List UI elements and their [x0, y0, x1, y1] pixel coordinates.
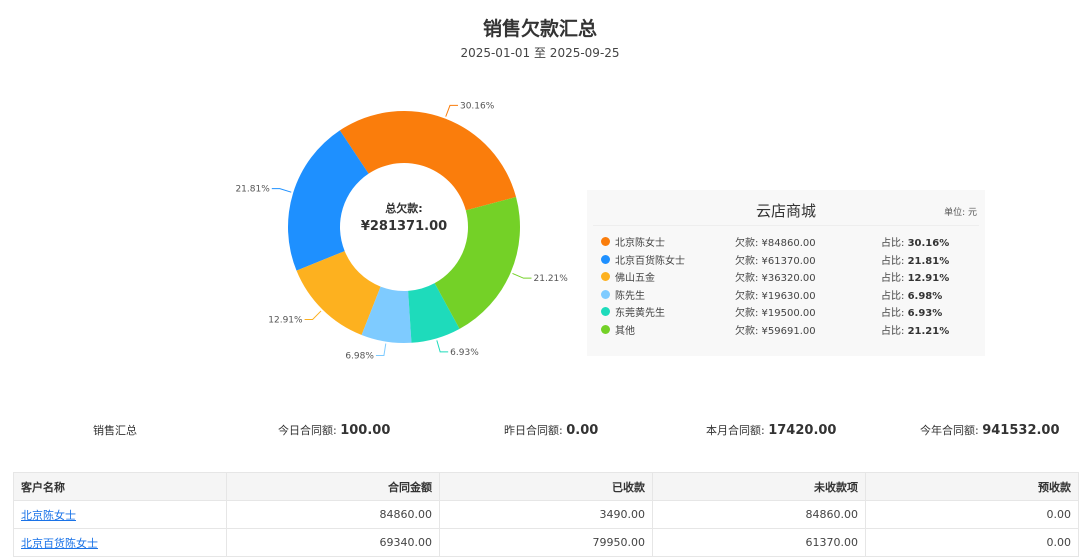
year-label: 今年合同额:	[920, 424, 979, 437]
legend-item: 陈先生 欠款: ¥19630.00 占比: 6.98%	[601, 286, 981, 303]
cell-customer: 北京百货陈女士	[13, 528, 227, 557]
legend-dot-icon	[601, 324, 610, 334]
legend-amount: 欠款: ¥36320.00	[735, 273, 816, 284]
page-title: 销售欠款汇总	[482, 18, 597, 40]
legend-dot-icon	[601, 272, 610, 281]
legend-percent: 占比: 21.21%	[881, 322, 949, 337]
legend-amount: 欠款: ¥59691.00	[735, 325, 816, 337]
table-cell: 0.00	[865, 528, 1079, 557]
percent-data-label: 6.98%	[345, 351, 374, 361]
legend-name: 北京百货陈女士	[615, 255, 685, 267]
percent-value: 6.98%	[907, 290, 943, 302]
leader-line	[304, 310, 322, 320]
legend-item: 其他 欠款: ¥59691.00 占比: 21.21%	[601, 321, 981, 338]
summary-label: 销售汇总	[93, 424, 137, 437]
col-received: 已收款	[439, 472, 653, 501]
percent-data-label: 6.93%	[450, 348, 479, 358]
leader-line	[436, 340, 449, 353]
total-label: 总欠款:	[385, 202, 423, 215]
legend-percent: 占比: 12.91%	[881, 269, 949, 284]
col-unreceived: 未收款项	[652, 472, 866, 501]
legend-amount: 欠款: ¥61370.00	[735, 255, 816, 267]
percent-data-label: 30.16%	[460, 101, 495, 111]
total-value: ¥281371.00	[360, 219, 448, 234]
date-range: 2025-01-01 至 2025-09-25	[460, 46, 620, 60]
legend-item: 东莞黄先生 欠款: ¥19500.00 占比: 6.93%	[601, 303, 981, 320]
legend-name: 其他	[615, 325, 635, 337]
legend-name: 佛山五金	[615, 273, 655, 284]
leader-line	[445, 104, 458, 117]
percent-value: 21.81%	[907, 255, 950, 267]
unit-label: 单位: 元	[944, 208, 977, 218]
legend-percent: 占比: 21.81%	[881, 252, 949, 267]
legend-amount: 欠款: ¥19500.00	[735, 308, 816, 319]
percent-data-label: 21.81%	[235, 185, 270, 195]
year-contract: 今年合同额: 941532.00	[920, 422, 1060, 438]
legend-dot-icon	[601, 254, 610, 264]
percent-value: 21.21%	[907, 325, 950, 337]
legend-dot-icon	[601, 237, 610, 246]
customer-table: 客户名称 合同金额 已收款 未收款项 预收款 北京陈女士 84860.00 3490…	[13, 472, 1079, 557]
table-cell: 0.00	[865, 500, 1079, 529]
yesterday-label: 昨日合同额:	[504, 424, 563, 437]
percent-data-label: 12.91%	[268, 315, 303, 325]
percent-label: 占比:	[881, 255, 908, 267]
legend-percent: 占比: 30.16%	[881, 234, 949, 249]
legend-name: 东莞黄先生	[615, 308, 665, 319]
legend-dot-icon	[601, 307, 610, 316]
customer-link[interactable]: 北京百货陈女士	[21, 537, 98, 550]
panel-title: 云店商城	[755, 202, 816, 220]
customer-link[interactable]: 北京陈女士	[21, 509, 76, 522]
leader-line	[271, 188, 292, 193]
percent-label: 占比:	[881, 273, 908, 284]
month-label: 本月合同额:	[706, 424, 765, 437]
percent-value: 12.91%	[907, 273, 950, 284]
percent-data-label: 21.21%	[534, 274, 569, 284]
table-cell: 69340.00	[226, 528, 440, 557]
today-label: 今日合同额:	[278, 424, 337, 437]
yesterday-contract: 昨日合同额: 0.00	[504, 422, 598, 438]
year-value: 941532.00	[982, 423, 1060, 438]
table-cell: 61370.00	[652, 528, 866, 557]
legend-percent: 占比: 6.98%	[881, 287, 942, 302]
month-value: 17420.00	[768, 423, 837, 438]
percent-label: 占比:	[881, 325, 908, 337]
divider	[593, 225, 979, 226]
today-contract: 今日合同额: 100.00	[278, 422, 390, 438]
legend-amount: 欠款: ¥84860.00	[735, 238, 816, 249]
legend-amount: 欠款: ¥19630.00	[735, 290, 816, 302]
percent-label: 占比:	[881, 290, 908, 302]
percent-label: 占比:	[881, 238, 908, 249]
cell-customer: 北京陈女士	[13, 500, 227, 529]
legend-item: 佛山五金 欠款: ¥36320.00 占比: 12.91%	[601, 268, 981, 285]
col-contract: 合同金额	[226, 472, 440, 501]
table-row: 北京陈女士 84860.00 3490.00 84860.00 0.00	[13, 500, 1079, 529]
yesterday-value: 0.00	[566, 423, 599, 438]
legend-item: 北京百货陈女士 欠款: ¥61370.00 占比: 21.81%	[601, 251, 981, 268]
col-prepaid: 预收款	[865, 472, 1079, 501]
percent-label: 占比:	[881, 308, 908, 319]
table-cell: 79950.00	[439, 528, 653, 557]
table-cell: 84860.00	[226, 500, 440, 529]
table-row: 北京百货陈女士 69340.00 79950.00 61370.00 0.00	[13, 528, 1079, 557]
col-customer: 客户名称	[13, 472, 227, 501]
leader-line	[375, 343, 387, 356]
legend-panel: 云店商城 单位: 元 北京陈女士 欠款: ¥84860.00 占比: 30.16% 北…	[587, 190, 985, 356]
legend-dot-icon	[601, 289, 610, 299]
legend-item: 北京陈女士 欠款: ¥84860.00 占比: 30.16%	[601, 233, 981, 250]
legend-name: 陈先生	[615, 290, 645, 302]
legend-percent: 占比: 6.93%	[881, 304, 942, 319]
month-contract: 本月合同额: 17420.00	[706, 422, 836, 438]
legend-name: 北京陈女士	[615, 238, 665, 249]
slice-0[interactable]	[339, 111, 517, 211]
today-value: 100.00	[340, 423, 391, 438]
table-cell: 3490.00	[439, 500, 653, 529]
table-cell: 84860.00	[652, 500, 866, 529]
leader-line	[512, 272, 532, 279]
percent-value: 6.93%	[907, 308, 943, 319]
percent-value: 30.16%	[907, 238, 950, 249]
